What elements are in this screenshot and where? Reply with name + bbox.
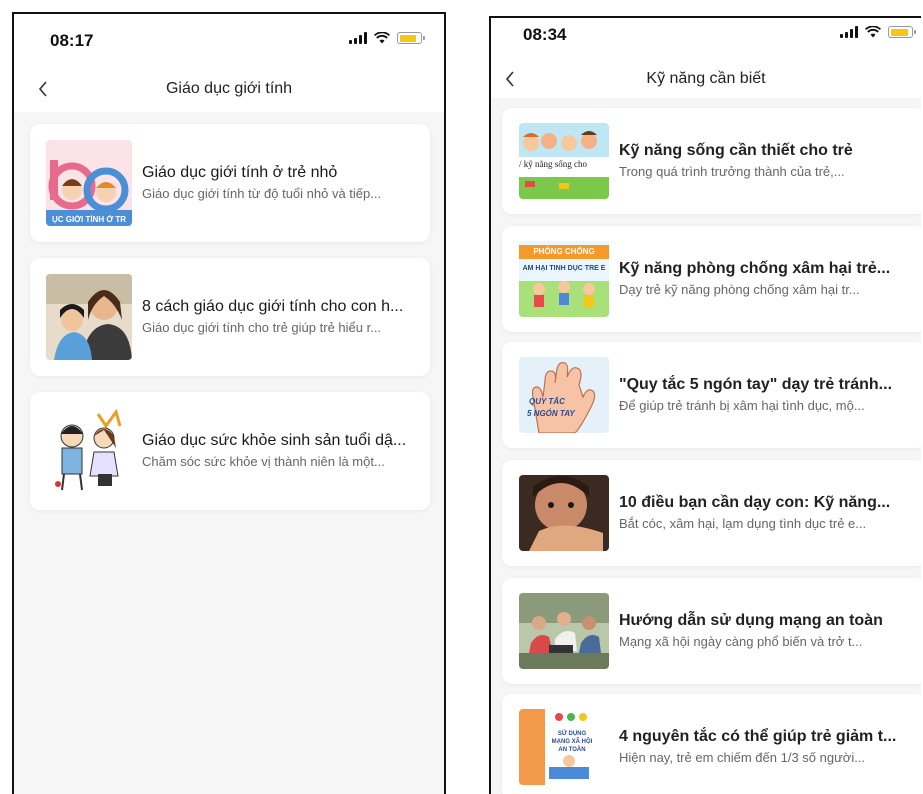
article-thumbnail (46, 408, 132, 494)
article-card[interactable]: QUY TẮC 5 NGÓN TAY "Quy tắc 5 ngón tay" … (502, 342, 921, 448)
article-list: ỤC GIỚI TÍNH Ở TR Giáo dục giới tính ở t… (14, 112, 444, 794)
article-title: 10 điều bạn cần dạy con: Kỹ năng... (619, 494, 891, 511)
status-icons (349, 32, 425, 44)
article-text: 8 cách giáo dục giới tính cho con h... G… (132, 297, 430, 337)
nav-bar: Kỹ năng cần biết (491, 58, 921, 100)
nav-bar: Giáo dục giới tính (14, 66, 444, 112)
back-chevron-icon[interactable] (499, 68, 521, 90)
article-title: "Quy tắc 5 ngón tay" dạy trẻ tránh... (619, 376, 893, 393)
article-text: Kỹ năng phòng chống xâm hại trẻ... Dạy t… (609, 259, 921, 299)
thumbnail-caption: AN TOÀN (558, 747, 586, 753)
article-title: Hướng dẫn sử dụng mạng an toàn (619, 612, 883, 629)
article-text: Hướng dẫn sử dụng mạng an toàn Mạng xã h… (609, 611, 921, 651)
article-text: 10 điều bạn cần dạy con: Kỹ năng... Bắt … (609, 493, 921, 533)
article-card[interactable]: / kỹ năng sống cho Kỹ năng sống cần thiế… (502, 108, 921, 214)
signal-icon (349, 32, 367, 44)
article-text: Giáo dục sức khỏe sinh sản tuổi dậ... Ch… (132, 431, 430, 471)
article-text: Kỹ năng sống cần thiết cho trẻ Trong quá… (609, 141, 921, 181)
article-text: Giáo dục giới tính ở trẻ nhỏ Giáo dục gi… (132, 163, 430, 203)
article-title: Giáo dục giới tính ở trẻ nhỏ (142, 164, 338, 181)
back-chevron-icon[interactable] (32, 78, 54, 100)
signal-icon (840, 26, 858, 38)
article-description: Mạng xã hội ngày càng phổ biến và trở t.… (619, 634, 863, 649)
article-thumbnail: SỬ DỤNG MẠNG XÃ HỘI AN TOÀN (519, 709, 609, 785)
article-description: Bắt cóc, xâm hại, lạm dụng tình dục trẻ … (619, 516, 867, 531)
article-card[interactable]: Giáo dục sức khỏe sinh sản tuổi dậ... Ch… (30, 392, 430, 510)
article-description: Giáo dục giới tính cho trẻ giúp trẻ hiểu… (142, 320, 382, 335)
article-card[interactable]: ỤC GIỚI TÍNH Ở TR Giáo dục giới tính ở t… (30, 124, 430, 242)
article-thumbnail (519, 593, 609, 669)
article-description: Để giúp trẻ tránh bị xâm hại tình dục, m… (619, 398, 865, 413)
thumbnail-caption: PHÒNG CHỐNG (533, 247, 595, 256)
status-bar: 08:17 (14, 14, 444, 66)
article-title: Giáo dục sức khỏe sinh sản tuổi dậ... (142, 432, 407, 449)
article-thumbnail: QUY TẮC 5 NGÓN TAY (519, 357, 609, 433)
article-card[interactable]: Hướng dẫn sử dụng mạng an toàn Mạng xã h… (502, 578, 921, 684)
status-time: 08:17 (50, 31, 94, 50)
phone-screen-left: 08:17 Giáo dục giới tính ỤC GIỚI TÍNH Ở … (12, 12, 446, 794)
article-card[interactable]: 8 cách giáo dục giới tính cho con h... G… (30, 258, 430, 376)
article-thumbnail: / kỹ năng sống cho (519, 123, 609, 199)
page-title: Giáo dục giới tính (165, 80, 293, 97)
article-thumbnail (519, 475, 609, 551)
article-title: 8 cách giáo dục giới tính cho con h... (142, 298, 404, 315)
article-thumbnail: PHÒNG CHỐNG ẤM HẠI TÌNH DỤC TRẺ E (519, 241, 609, 317)
article-title: Kỹ năng phòng chống xâm hại trẻ... (619, 260, 891, 277)
article-thumbnail (46, 274, 132, 360)
article-thumbnail: ỤC GIỚI TÍNH Ở TR (46, 140, 132, 226)
article-list: / kỹ năng sống cho Kỹ năng sống cần thiế… (491, 98, 921, 794)
thumbnail-caption: SỬ DỤNG (557, 731, 587, 737)
article-description: Trong quá trình trưởng thành của trẻ,... (619, 164, 845, 179)
article-card[interactable]: SỬ DỤNG MẠNG XÃ HỘI AN TOÀN 4 nguyên tắc… (502, 694, 921, 794)
status-time: 08:34 (523, 25, 567, 44)
thumbnail-caption: QUY TẮC (529, 397, 565, 406)
wifi-icon (374, 32, 390, 44)
article-description: Giáo dục giới tính từ độ tuổi nhỏ và tiế… (142, 186, 382, 201)
wifi-icon (865, 26, 881, 38)
thumbnail-caption: 5 NGÓN TAY (527, 409, 575, 418)
article-text: "Quy tắc 5 ngón tay" dạy trẻ tránh... Để… (609, 375, 921, 415)
thumbnail-caption: ỤC GIỚI TÍNH Ở TR (51, 215, 127, 224)
article-card[interactable]: PHÒNG CHỐNG ẤM HẠI TÌNH DỤC TRẺ E Kỹ năn… (502, 226, 921, 332)
thumbnail-caption: MẠNG XÃ HỘI (551, 739, 593, 745)
status-icons (840, 26, 916, 38)
phone-screen-right: 08:34 Kỹ năng cần biết / kỹ năng sống ch… (489, 16, 921, 794)
article-text: 4 nguyên tắc có thể giúp trẻ giảm t... H… (609, 727, 921, 767)
battery-icon (888, 26, 916, 38)
page-title: Kỹ năng cần biết (646, 70, 766, 87)
article-title: 4 nguyên tắc có thể giúp trẻ giảm t... (619, 728, 897, 745)
battery-icon (397, 32, 425, 44)
article-description: Chăm sóc sức khỏe vị thành niên là một..… (142, 454, 385, 469)
thumbnail-caption: / kỹ năng sống cho (519, 159, 587, 169)
article-title: Kỹ năng sống cần thiết cho trẻ (619, 142, 853, 159)
thumbnail-caption: ẤM HẠI TÌNH DỤC TRẺ E (522, 265, 606, 272)
article-card[interactable]: 10 điều bạn cần dạy con: Kỹ năng... Bắt … (502, 460, 921, 566)
article-description: Dạy trẻ kỹ năng phòng chống xâm hại tr..… (619, 282, 860, 297)
article-description: Hiện nay, trẻ em chiếm đến 1/3 số người.… (619, 750, 866, 765)
